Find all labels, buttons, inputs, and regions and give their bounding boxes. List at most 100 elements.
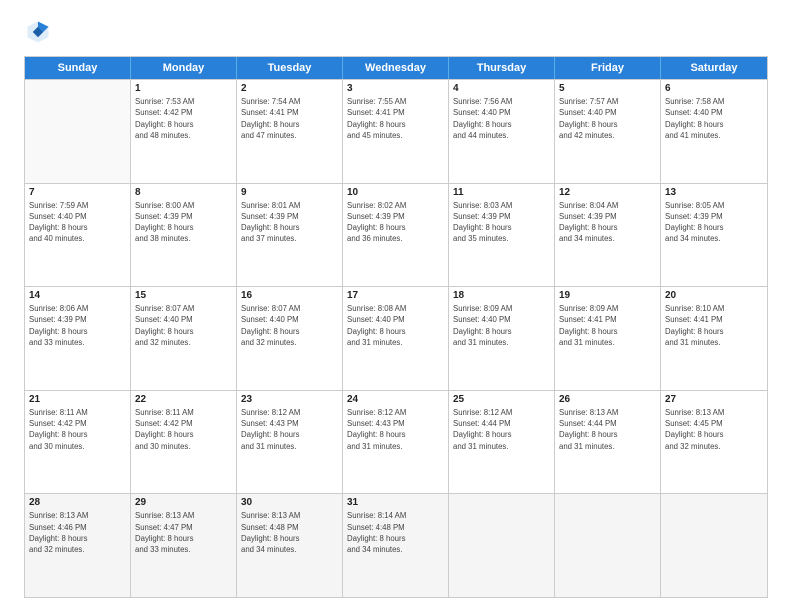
cell-day-number: 15 bbox=[135, 290, 232, 301]
calendar-cell-7: 7 Sunrise: 7:59 AM Sunset: 4:40 PM Daylig… bbox=[25, 184, 131, 287]
cell-day-info: Sunrise: 8:13 AM Sunset: 4:46 PM Dayligh… bbox=[29, 510, 126, 555]
calendar-cell-27: 27 Sunrise: 8:13 AM Sunset: 4:45 PM Dayli… bbox=[661, 391, 767, 494]
cell-day-info: Sunrise: 8:11 AM Sunset: 4:42 PM Dayligh… bbox=[29, 407, 126, 452]
cell-day-info: Sunrise: 8:13 AM Sunset: 4:44 PM Dayligh… bbox=[559, 407, 656, 452]
cell-day-number: 3 bbox=[347, 83, 444, 94]
calendar-row-4: 28 Sunrise: 8:13 AM Sunset: 4:46 PM Dayli… bbox=[25, 493, 767, 597]
cell-day-info: Sunrise: 8:08 AM Sunset: 4:40 PM Dayligh… bbox=[347, 303, 444, 348]
cell-day-number: 31 bbox=[347, 497, 444, 508]
calendar-cell-empty-0 bbox=[25, 80, 131, 183]
cell-day-number: 5 bbox=[559, 83, 656, 94]
cell-day-info: Sunrise: 8:01 AM Sunset: 4:39 PM Dayligh… bbox=[241, 200, 338, 245]
calendar-cell-20: 20 Sunrise: 8:10 AM Sunset: 4:41 PM Dayli… bbox=[661, 287, 767, 390]
calendar-cell-1: 1 Sunrise: 7:53 AM Sunset: 4:42 PM Daylig… bbox=[131, 80, 237, 183]
calendar-header: SundayMondayTuesdayWednesdayThursdayFrid… bbox=[25, 57, 767, 79]
calendar-cell-19: 19 Sunrise: 8:09 AM Sunset: 4:41 PM Dayli… bbox=[555, 287, 661, 390]
header bbox=[24, 18, 768, 46]
cell-day-info: Sunrise: 8:09 AM Sunset: 4:41 PM Dayligh… bbox=[559, 303, 656, 348]
cell-day-number: 8 bbox=[135, 187, 232, 198]
cell-day-number: 4 bbox=[453, 83, 550, 94]
cell-day-info: Sunrise: 8:00 AM Sunset: 4:39 PM Dayligh… bbox=[135, 200, 232, 245]
calendar-cell-21: 21 Sunrise: 8:11 AM Sunset: 4:42 PM Dayli… bbox=[25, 391, 131, 494]
cell-day-info: Sunrise: 7:57 AM Sunset: 4:40 PM Dayligh… bbox=[559, 96, 656, 141]
logo-icon bbox=[24, 18, 52, 46]
cell-day-info: Sunrise: 8:13 AM Sunset: 4:48 PM Dayligh… bbox=[241, 510, 338, 555]
calendar-cell-31: 31 Sunrise: 8:14 AM Sunset: 4:48 PM Dayli… bbox=[343, 494, 449, 597]
cell-day-number: 28 bbox=[29, 497, 126, 508]
cell-day-info: Sunrise: 7:58 AM Sunset: 4:40 PM Dayligh… bbox=[665, 96, 763, 141]
page: SundayMondayTuesdayWednesdayThursdayFrid… bbox=[0, 0, 792, 612]
cell-day-number: 9 bbox=[241, 187, 338, 198]
weekday-header-sunday: Sunday bbox=[25, 57, 131, 79]
cell-day-number: 19 bbox=[559, 290, 656, 301]
calendar-cell-empty-6 bbox=[661, 494, 767, 597]
cell-day-number: 24 bbox=[347, 394, 444, 405]
cell-day-info: Sunrise: 8:07 AM Sunset: 4:40 PM Dayligh… bbox=[135, 303, 232, 348]
calendar-cell-25: 25 Sunrise: 8:12 AM Sunset: 4:44 PM Dayli… bbox=[449, 391, 555, 494]
calendar-cell-24: 24Sunrise: 8:12 AM Sunset: 4:43 PM Dayli… bbox=[343, 391, 449, 494]
calendar-cell-5: 5 Sunrise: 7:57 AM Sunset: 4:40 PM Daylig… bbox=[555, 80, 661, 183]
cell-day-number: 7 bbox=[29, 187, 126, 198]
weekday-header-wednesday: Wednesday bbox=[343, 57, 449, 79]
calendar-cell-23: 23 Sunrise: 8:12 AM Sunset: 4:43 PM Dayli… bbox=[237, 391, 343, 494]
cell-day-info: Sunrise: 8:11 AM Sunset: 4:42 PM Dayligh… bbox=[135, 407, 232, 452]
cell-day-number: 17 bbox=[347, 290, 444, 301]
cell-day-info: Sunrise: 8:13 AM Sunset: 4:47 PM Dayligh… bbox=[135, 510, 232, 555]
calendar-cell-16: 16 Sunrise: 8:07 AM Sunset: 4:40 PM Dayli… bbox=[237, 287, 343, 390]
weekday-header-thursday: Thursday bbox=[449, 57, 555, 79]
calendar-cell-3: 3 Sunrise: 7:55 AM Sunset: 4:41 PM Daylig… bbox=[343, 80, 449, 183]
cell-day-number: 6 bbox=[665, 83, 763, 94]
calendar-cell-4: 4 Sunrise: 7:56 AM Sunset: 4:40 PM Daylig… bbox=[449, 80, 555, 183]
cell-day-info: Sunrise: 8:12 AM Sunset: 4:43 PM Dayligh… bbox=[241, 407, 338, 452]
cell-day-number: 23 bbox=[241, 394, 338, 405]
cell-day-info: Sunrise: 8:06 AM Sunset: 4:39 PM Dayligh… bbox=[29, 303, 126, 348]
cell-day-info: Sunrise: 7:54 AM Sunset: 4:41 PM Dayligh… bbox=[241, 96, 338, 141]
cell-day-info: Sunrise: 7:53 AM Sunset: 4:42 PM Dayligh… bbox=[135, 96, 232, 141]
cell-day-info: Sunrise: 7:55 AM Sunset: 4:41 PM Dayligh… bbox=[347, 96, 444, 141]
calendar-row-3: 21 Sunrise: 8:11 AM Sunset: 4:42 PM Dayli… bbox=[25, 390, 767, 494]
cell-day-info: Sunrise: 8:07 AM Sunset: 4:40 PM Dayligh… bbox=[241, 303, 338, 348]
cell-day-number: 20 bbox=[665, 290, 763, 301]
cell-day-number: 16 bbox=[241, 290, 338, 301]
cell-day-info: Sunrise: 8:14 AM Sunset: 4:48 PM Dayligh… bbox=[347, 510, 444, 555]
cell-day-number: 1 bbox=[135, 83, 232, 94]
calendar-cell-10: 10Sunrise: 8:02 AM Sunset: 4:39 PM Dayli… bbox=[343, 184, 449, 287]
calendar-row-0: 1 Sunrise: 7:53 AM Sunset: 4:42 PM Daylig… bbox=[25, 79, 767, 183]
cell-day-number: 14 bbox=[29, 290, 126, 301]
calendar-cell-30: 30 Sunrise: 8:13 AM Sunset: 4:48 PM Dayli… bbox=[237, 494, 343, 597]
calendar-cell-15: 15 Sunrise: 8:07 AM Sunset: 4:40 PM Dayli… bbox=[131, 287, 237, 390]
cell-day-info: Sunrise: 8:04 AM Sunset: 4:39 PM Dayligh… bbox=[559, 200, 656, 245]
calendar-cell-13: 13Sunrise: 8:05 AM Sunset: 4:39 PM Dayli… bbox=[661, 184, 767, 287]
calendar-cell-17: 17 Sunrise: 8:08 AM Sunset: 4:40 PM Dayli… bbox=[343, 287, 449, 390]
calendar-row-2: 14 Sunrise: 8:06 AM Sunset: 4:39 PM Dayli… bbox=[25, 286, 767, 390]
logo bbox=[24, 18, 56, 46]
cell-day-number: 27 bbox=[665, 394, 763, 405]
calendar: SundayMondayTuesdayWednesdayThursdayFrid… bbox=[24, 56, 768, 598]
cell-day-info: Sunrise: 8:12 AM Sunset: 4:44 PM Dayligh… bbox=[453, 407, 550, 452]
calendar-cell-29: 29Sunrise: 8:13 AM Sunset: 4:47 PM Dayli… bbox=[131, 494, 237, 597]
weekday-header-monday: Monday bbox=[131, 57, 237, 79]
cell-day-number: 13 bbox=[665, 187, 763, 198]
calendar-cell-26: 26Sunrise: 8:13 AM Sunset: 4:44 PM Dayli… bbox=[555, 391, 661, 494]
calendar-cell-14: 14 Sunrise: 8:06 AM Sunset: 4:39 PM Dayli… bbox=[25, 287, 131, 390]
cell-day-number: 12 bbox=[559, 187, 656, 198]
cell-day-info: Sunrise: 8:10 AM Sunset: 4:41 PM Dayligh… bbox=[665, 303, 763, 348]
cell-day-number: 25 bbox=[453, 394, 550, 405]
cell-day-info: Sunrise: 7:59 AM Sunset: 4:40 PM Dayligh… bbox=[29, 200, 126, 245]
calendar-cell-18: 18Sunrise: 8:09 AM Sunset: 4:40 PM Dayli… bbox=[449, 287, 555, 390]
cell-day-number: 2 bbox=[241, 83, 338, 94]
calendar-cell-empty-5 bbox=[555, 494, 661, 597]
calendar-row-1: 7 Sunrise: 7:59 AM Sunset: 4:40 PM Daylig… bbox=[25, 183, 767, 287]
weekday-header-saturday: Saturday bbox=[661, 57, 767, 79]
weekday-header-tuesday: Tuesday bbox=[237, 57, 343, 79]
cell-day-number: 21 bbox=[29, 394, 126, 405]
calendar-cell-28: 28 Sunrise: 8:13 AM Sunset: 4:46 PM Dayli… bbox=[25, 494, 131, 597]
cell-day-info: Sunrise: 7:56 AM Sunset: 4:40 PM Dayligh… bbox=[453, 96, 550, 141]
calendar-cell-12: 12 Sunrise: 8:04 AM Sunset: 4:39 PM Dayli… bbox=[555, 184, 661, 287]
cell-day-number: 10 bbox=[347, 187, 444, 198]
cell-day-number: 30 bbox=[241, 497, 338, 508]
calendar-cell-6: 6 Sunrise: 7:58 AM Sunset: 4:40 PM Daylig… bbox=[661, 80, 767, 183]
calendar-cell-8: 8 Sunrise: 8:00 AM Sunset: 4:39 PM Daylig… bbox=[131, 184, 237, 287]
cell-day-info: Sunrise: 8:13 AM Sunset: 4:45 PM Dayligh… bbox=[665, 407, 763, 452]
calendar-body: 1 Sunrise: 7:53 AM Sunset: 4:42 PM Daylig… bbox=[25, 79, 767, 597]
